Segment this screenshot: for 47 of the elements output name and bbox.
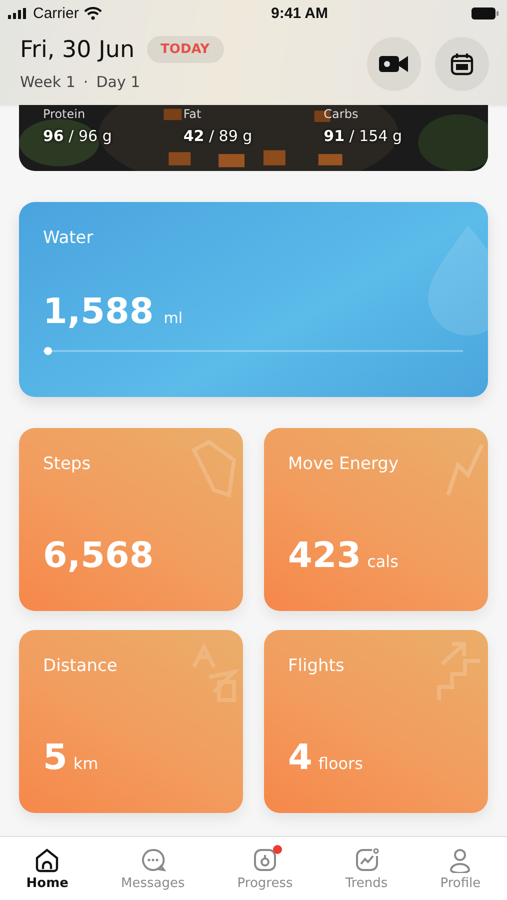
water-value: 1,588 bbox=[43, 292, 154, 332]
macro-label: Fat bbox=[183, 107, 202, 121]
water-title: Water bbox=[43, 228, 94, 248]
tab-item[interactable]: Home bbox=[26, 847, 68, 891]
macro-value: 42 / 89 g bbox=[183, 127, 254, 145]
carrier-name: Carrier bbox=[33, 4, 79, 22]
stat-card[interactable]: Flights 4 floors bbox=[264, 630, 488, 813]
stat-title: Flights bbox=[288, 656, 344, 676]
scale-icon bbox=[252, 847, 278, 873]
stat-card[interactable]: Distance 5 km bbox=[19, 630, 243, 813]
stat-value: 5 bbox=[43, 738, 68, 778]
stat-value: 6,568 bbox=[43, 536, 154, 576]
stat-card[interactable]: Steps 6,568 bbox=[19, 428, 243, 611]
date-title: Fri, 30 Jun bbox=[20, 36, 135, 62]
chart-icon bbox=[354, 847, 380, 873]
stat-value: 4 bbox=[288, 738, 312, 778]
video-camera-icon bbox=[379, 54, 409, 74]
macro-label: Carbs bbox=[324, 107, 360, 121]
today-badge: TODAY bbox=[146, 36, 224, 63]
signal-icon bbox=[8, 8, 28, 18]
stat-title: Distance bbox=[43, 656, 118, 676]
macro-value: 91 / 154 g bbox=[324, 127, 404, 145]
macro-label: Protein bbox=[43, 107, 86, 121]
stat-unit: floors bbox=[318, 754, 363, 773]
day-label: Day 1 bbox=[96, 73, 140, 91]
stat-title: Steps bbox=[43, 454, 91, 474]
wifi-icon bbox=[84, 6, 102, 20]
battery-icon bbox=[471, 6, 499, 20]
water-unit: ml bbox=[164, 309, 182, 327]
status-time: 9:41 AM bbox=[271, 4, 328, 22]
chat-bubble-icon bbox=[140, 847, 166, 873]
tab-item[interactable]: Profile bbox=[440, 847, 481, 891]
stat-unit: km bbox=[73, 754, 98, 773]
stat-unit: cals bbox=[367, 552, 398, 571]
macro-value: 96 / 96 g bbox=[43, 127, 113, 145]
meal-card[interactable]: Protein 96 / 96 g Fat 42 / 89 g Carbs 91 / 154 g bbox=[19, 105, 488, 171]
stat-title: Move Energy bbox=[288, 454, 399, 474]
tab-item[interactable]: Progress bbox=[237, 847, 293, 891]
week-label: Week 1 bbox=[20, 73, 76, 91]
home-icon bbox=[34, 847, 60, 873]
tab-item[interactable]: Trends bbox=[345, 847, 388, 891]
stat-card[interactable]: Move Energy 423 cals bbox=[264, 428, 488, 611]
water-card[interactable]: Water 1,588 ml bbox=[19, 202, 488, 397]
calendar-icon bbox=[450, 52, 474, 76]
separator-dot: · bbox=[83, 73, 88, 91]
tab-item[interactable]: Messages bbox=[121, 847, 185, 891]
stat-value: 423 bbox=[288, 536, 362, 576]
